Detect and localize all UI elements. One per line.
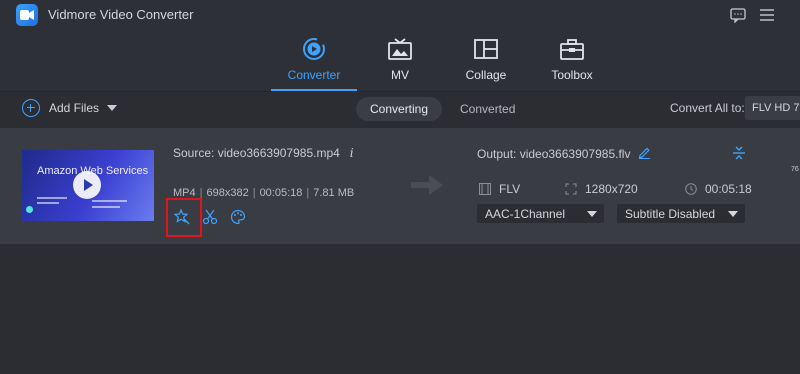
play-icon[interactable] xyxy=(73,171,101,199)
file-item: Amazon Web Services Source: video3663907… xyxy=(0,128,800,244)
resize-icon xyxy=(565,183,577,195)
output-duration-info: 00:05:18 xyxy=(685,182,752,196)
empty-list-area xyxy=(0,244,800,374)
title-bar: Vidmore Video Converter xyxy=(0,0,800,30)
main-nav: Converter MV Collage Toolbox xyxy=(0,30,800,92)
tab-label: Toolbox xyxy=(551,68,593,82)
add-files-button[interactable]: Add Files xyxy=(22,99,118,117)
audio-track-select[interactable]: AAC-1Channel xyxy=(477,204,604,223)
tab-converted[interactable]: Converted xyxy=(446,97,529,121)
tab-collage[interactable]: Collage xyxy=(441,36,531,92)
source-resolution: 698x382 xyxy=(206,187,249,199)
output-duration: 00:05:18 xyxy=(705,182,752,196)
active-tab-indicator xyxy=(271,89,357,91)
source-filename: Source: video3663907985.mp4 xyxy=(173,146,340,160)
info-icon[interactable]: i xyxy=(350,146,354,160)
source-duration: 00:05:18 xyxy=(259,187,303,199)
thumbnail-line xyxy=(37,197,67,199)
app-logo-icon xyxy=(16,4,38,26)
toolbar: Add Files Converting Converted Convert A… xyxy=(0,92,800,126)
cut-icon[interactable] xyxy=(201,208,219,226)
convert-all-label: Convert All to: xyxy=(670,101,745,115)
tab-converting[interactable]: Converting xyxy=(356,97,443,121)
compress-icon[interactable] xyxy=(732,145,746,166)
output-resolution: 1280x720 xyxy=(585,182,638,196)
tab-toolbox[interactable]: Toolbox xyxy=(527,36,617,92)
audio-track-value: AAC-1Channel xyxy=(485,207,566,221)
collage-icon xyxy=(473,36,499,62)
output-resolution-info: 1280x720 xyxy=(565,182,638,196)
palette-icon[interactable] xyxy=(229,208,247,226)
thumbnail-line xyxy=(92,200,127,202)
mv-icon xyxy=(387,36,413,62)
add-icon xyxy=(22,99,40,117)
edit-icon[interactable] xyxy=(638,146,651,162)
tab-converter[interactable]: Converter xyxy=(269,36,359,92)
video-thumbnail[interactable]: Amazon Web Services xyxy=(22,150,154,221)
output-filename: Output: video3663907985.flv xyxy=(477,147,631,161)
source-size: 7.81 MB xyxy=(313,187,355,199)
output-row: Output: video3663907985.flv xyxy=(477,146,651,162)
subtitle-value: Subtitle Disabled xyxy=(625,207,716,221)
chevron-down-icon xyxy=(587,211,597,217)
highlight-box xyxy=(166,198,202,237)
add-files-label: Add Files xyxy=(49,101,100,115)
toolbox-icon xyxy=(559,36,585,62)
menu-icon[interactable] xyxy=(757,5,777,25)
thumbnail-line xyxy=(37,202,59,204)
arrow-right-icon xyxy=(411,175,443,195)
app-title: Vidmore Video Converter xyxy=(48,7,194,22)
tab-label: Collage xyxy=(465,68,507,82)
source-row: Source: video3663907985.mp4 i xyxy=(173,146,354,160)
edge-badge: 76 xyxy=(791,166,799,173)
chevron-down-icon xyxy=(728,211,738,217)
converter-icon xyxy=(301,36,327,62)
feedback-icon[interactable] xyxy=(728,5,748,25)
film-icon xyxy=(479,183,491,195)
convert-all-format-select[interactable]: FLV HD 720P xyxy=(745,96,800,120)
output-format-info: FLV xyxy=(479,182,520,196)
tab-label: MV xyxy=(391,68,409,82)
tab-label: Converter xyxy=(287,68,341,82)
chevron-down-icon[interactable] xyxy=(107,105,118,111)
subtitle-select[interactable]: Subtitle Disabled xyxy=(617,204,745,223)
thumbnail-line xyxy=(92,206,120,208)
thumbnail-dot xyxy=(26,206,33,213)
clock-icon xyxy=(685,183,697,195)
tab-mv[interactable]: MV xyxy=(355,36,445,92)
output-format: FLV xyxy=(499,182,521,196)
